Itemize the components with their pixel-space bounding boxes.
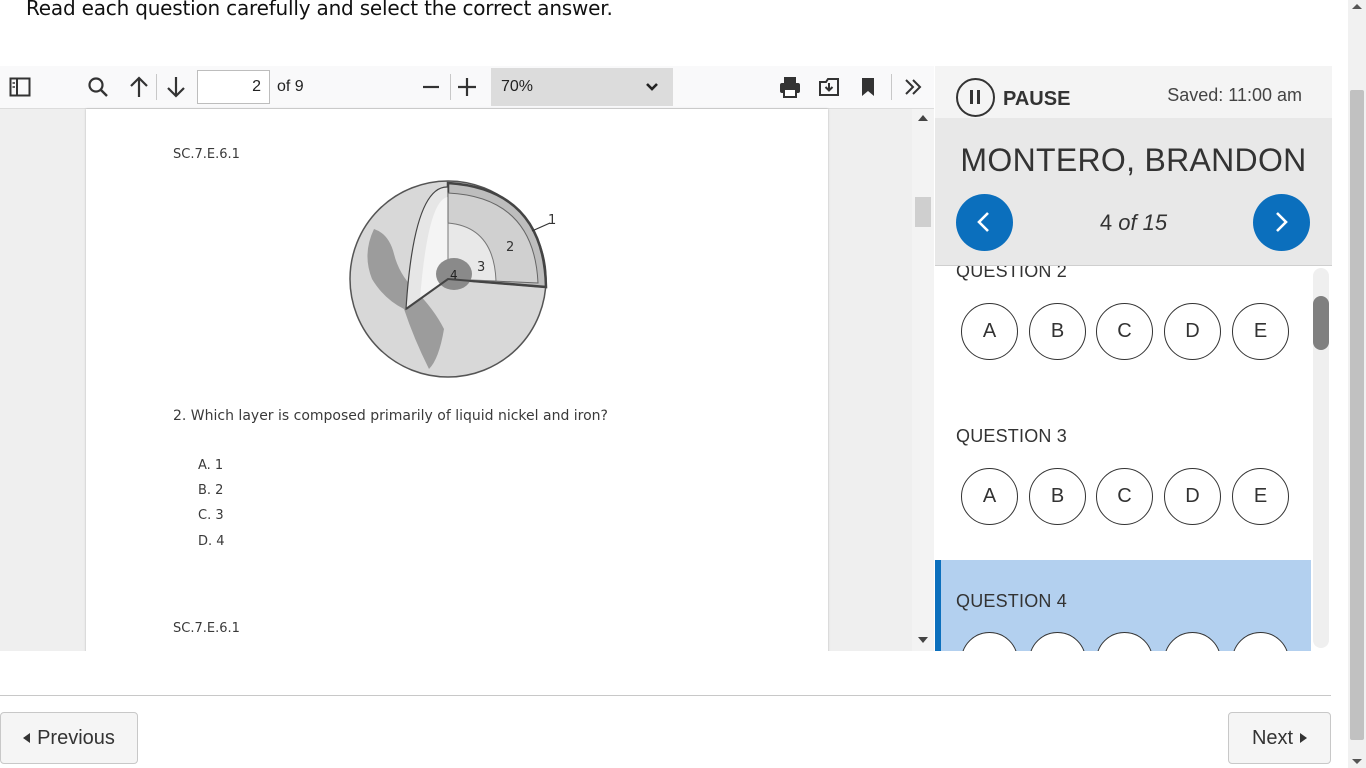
next-label: Next [1251,726,1294,749]
page-count: of 9 [277,78,304,95]
choice-d-button[interactable]: D [1164,468,1221,525]
caret-left-icon [23,733,31,743]
question-title: QUESTION 4 [956,591,1068,611]
page-scrollbar[interactable] [1348,0,1366,768]
choice-c-button[interactable]: C [1096,632,1153,651]
answer-choice: B. 2 [198,483,224,498]
choice-b-button[interactable]: B [1029,632,1086,651]
chevron-right-icon [1276,212,1288,232]
question-block-4[interactable]: QUESTION 4 A B C D E [935,560,1311,651]
scroll-thumb[interactable] [1350,90,1364,740]
answer-choice: A. 1 [198,458,224,473]
choice-a-button[interactable]: A [961,632,1018,651]
choice-a-button[interactable]: A [961,468,1018,525]
instructions-text: Read each question carefully and select … [26,0,613,20]
scroll-up-icon[interactable] [918,115,928,121]
previous-button[interactable]: Previous [0,712,138,764]
choice-d-button[interactable]: D [1164,303,1221,360]
plus-icon[interactable] [456,76,478,98]
pause-button[interactable]: PAUSE [1003,88,1070,111]
choice-b-button[interactable]: B [1029,303,1086,360]
student-name: MONTERO, BRANDON [960,142,1307,178]
panel-scrollbar[interactable] [1311,266,1332,651]
pdf-page: SC.7.E.6.1 1 2 3 4 2. Which layer is com… [86,109,828,651]
print-icon[interactable] [778,76,802,98]
zoom-value: 70% [501,78,534,95]
footer-divider [0,695,1331,696]
choice-a-button[interactable]: A [961,303,1018,360]
student-box: MONTERO, BRANDON 4 of 15 [935,118,1332,266]
standard-code: SC.7.E.6.1 [173,621,240,636]
choice-c-button[interactable]: C [1096,303,1153,360]
bookmark-icon[interactable] [861,77,875,97]
pause-icon[interactable] [956,78,995,117]
answer-choice: C. 3 [198,508,224,523]
sidebar-toggle-icon[interactable] [9,77,31,97]
pdf-scrollbar[interactable] [912,109,934,651]
zoom-select[interactable]: 70% [491,68,673,106]
arrow-up-icon[interactable] [128,75,150,99]
choice-e-button[interactable]: E [1232,468,1289,525]
pdf-viewer: 2 of 9 70% SC.7.E.6.1 1 2 3 4 2. Which l… [0,66,934,651]
question-text: 2. Which layer is composed primarily of … [173,408,608,424]
question-title: QUESTION 3 [956,426,1068,446]
standard-code: SC.7.E.6.1 [173,147,240,162]
diagram-label-3: 3 [477,260,485,275]
previous-label: Previous [37,726,115,749]
arrow-down-icon[interactable] [165,75,187,99]
scroll-thumb[interactable] [1313,296,1329,350]
choice-c-button[interactable]: C [1096,468,1153,525]
double-chevron-right-icon[interactable] [903,77,923,97]
search-icon[interactable] [87,76,109,98]
choice-e-button[interactable]: E [1232,303,1289,360]
saved-status: Saved: 11:00 am [1167,85,1302,105]
choice-d-button[interactable]: D [1164,632,1221,651]
question-block-2: QUESTION 2 A B C D E [935,266,1311,396]
chevron-down-icon [646,83,658,91]
counter-current: 4 [1099,210,1113,235]
caret-right-icon [1300,733,1308,743]
scroll-down-icon[interactable] [918,637,928,643]
minus-icon[interactable] [421,77,441,97]
diagram-label-1: 1 [548,213,556,228]
pdf-toolbar: 2 of 9 70% [0,66,934,109]
choice-e-button[interactable]: E [1232,632,1289,651]
diagram-label-2: 2 [506,240,514,255]
scroll-thumb[interactable] [915,197,931,227]
choice-b-button[interactable]: B [1029,468,1086,525]
question-title: QUESTION 2 [956,266,1068,281]
download-icon[interactable] [818,76,840,98]
counter-total: of 15 [1112,210,1168,235]
question-block-3: QUESTION 3 A B C D E [935,396,1311,561]
next-button[interactable]: Next [1228,712,1331,764]
question-list: QUESTION 2 A B C D E QUESTION 3 A B C D … [935,266,1311,651]
next-question-button[interactable] [1253,194,1310,251]
scroll-up-icon[interactable] [1352,4,1362,9]
panel-header: PAUSE Saved: 11:00 am [935,66,1332,118]
answer-choice: D. 4 [198,534,225,549]
answer-panel: PAUSE Saved: 11:00 am MONTERO, BRANDON 4… [935,66,1332,651]
diagram-label-4: 4 [450,268,458,282]
earth-layers-diagram: 1 2 3 4 [349,180,556,378]
scroll-down-icon[interactable] [1352,759,1362,764]
page-number-input[interactable]: 2 [197,70,270,104]
